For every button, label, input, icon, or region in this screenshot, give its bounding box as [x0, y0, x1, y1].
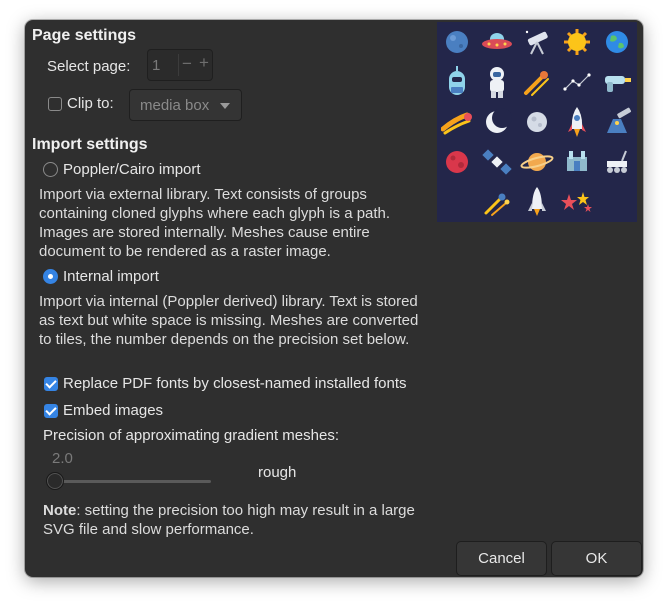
ok-button[interactable]: OK: [551, 541, 642, 576]
replace-fonts-label[interactable]: Replace PDF fonts by closest-named insta…: [63, 375, 407, 392]
shuttle-icon: [517, 182, 557, 222]
page-spinbutton[interactable]: 1 − +: [147, 49, 213, 81]
spin-separator: [178, 54, 179, 76]
chevron-down-icon: [220, 103, 230, 109]
observatory-icon: [597, 102, 637, 142]
embed-images-label[interactable]: Embed images: [63, 402, 163, 419]
precision-label: Precision of approximating gradient mesh…: [43, 427, 339, 444]
planet-icon: [437, 22, 477, 62]
poppler-cairo-radio[interactable]: [43, 162, 58, 177]
sun-icon: [557, 22, 597, 62]
precision-slider-handle[interactable]: [46, 472, 64, 490]
rocket-icon: [557, 102, 597, 142]
ufo-icon: [477, 22, 517, 62]
internal-import-radio[interactable]: [43, 269, 58, 284]
crescent-moon-icon: [477, 102, 517, 142]
note-bold: Note: [43, 502, 77, 519]
comet-icon: [437, 102, 477, 142]
poppler-cairo-label[interactable]: Poppler/Cairo import: [63, 161, 201, 178]
stars-icon: [557, 182, 597, 222]
replace-fonts-checkbox[interactable]: [44, 377, 58, 391]
import-settings-heading: Import settings: [32, 136, 148, 153]
page-settings-heading: Page settings: [32, 27, 137, 44]
increment-icon[interactable]: +: [199, 53, 209, 73]
meteor-icon: [517, 62, 557, 102]
pdf-import-dialog: Page settings Select page: 1 − + Clip to…: [25, 20, 643, 577]
space-station-icon: [557, 142, 597, 182]
astronaut-icon: [477, 62, 517, 102]
shooting-stars-icon: [477, 182, 517, 222]
red-planet-icon: [437, 142, 477, 182]
earth-icon: [597, 22, 637, 62]
moon-icon: [517, 102, 557, 142]
telescope-icon: [517, 22, 557, 62]
page-value[interactable]: 1: [152, 57, 160, 74]
clip-to-checkbox[interactable]: [48, 97, 62, 111]
satellite-icon: [477, 142, 517, 182]
poppler-cairo-description: Import via external library. Text consis…: [39, 186, 391, 260]
page-preview: [437, 22, 637, 222]
decrement-icon[interactable]: −: [182, 54, 192, 74]
internal-import-description: Import via internal (Poppler derived) li…: [39, 293, 419, 348]
constellation-icon: [557, 62, 597, 102]
precision-value: 2.0: [52, 450, 73, 467]
cancel-button[interactable]: Cancel: [456, 541, 547, 576]
clip-to-label: Clip to:: [67, 95, 114, 112]
saturn-icon: [517, 142, 557, 182]
precision-level-label: rough: [258, 464, 297, 481]
select-page-label: Select page:: [47, 58, 131, 75]
note-text: : setting the precision too high may res…: [43, 502, 415, 538]
alien-icon: [437, 62, 477, 102]
internal-import-label[interactable]: Internal import: [63, 268, 159, 285]
ray-gun-icon: [597, 62, 637, 102]
precision-note: Note: setting the precision too high may…: [43, 501, 423, 539]
rover-icon: [597, 142, 637, 182]
embed-images-checkbox[interactable]: [44, 404, 58, 418]
clip-to-value: media box: [140, 97, 210, 114]
clip-to-dropdown[interactable]: media box: [129, 89, 242, 121]
precision-slider-track[interactable]: [51, 480, 211, 483]
